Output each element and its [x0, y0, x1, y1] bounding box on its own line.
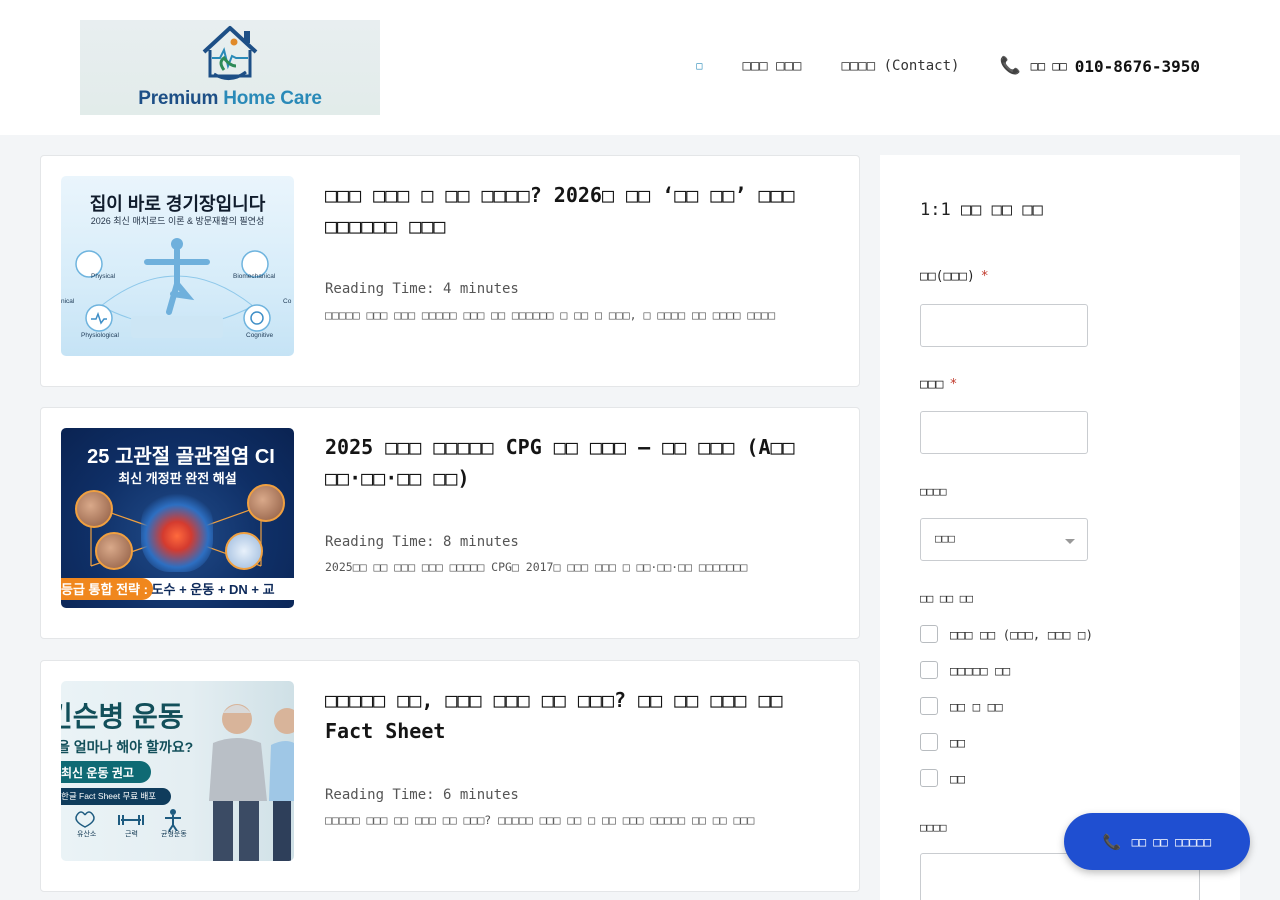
checkbox[interactable]	[920, 625, 938, 643]
label-cognitive: Cognitive	[246, 332, 274, 339]
house-heart-logo-icon	[202, 26, 258, 80]
knee-joint-illustration	[141, 492, 213, 572]
post-thumbnail[interactable]: 집이 바로 경기장입니다 2026 최신 매치로드 이론 & 방문재활의 필연성…	[61, 176, 294, 356]
post-card: 25 고관절 골관절염 CI 최신 개정판 완전 해설 등급 통합 전략 : 도…	[40, 407, 860, 639]
tag-aerobic: 유산소	[77, 831, 97, 838]
region-select[interactable]: □□□	[920, 518, 1088, 561]
checkbox-option[interactable]: □□ □ □□	[920, 697, 1003, 715]
post-title[interactable]: □□□□□ □□, □□□ □□□ □□ □□□? □□ □□ □□□ □□ F…	[325, 685, 841, 747]
area-label: □□ □□ □□	[920, 592, 973, 605]
message-label: □□□□	[920, 821, 947, 834]
region-label: □□□□	[920, 485, 947, 498]
fab-label: □□ □□ □□□□□	[1131, 834, 1212, 849]
checkbox-option[interactable]: □□	[920, 733, 965, 751]
post-card: 집이 바로 경기장입니다 2026 최신 매치로드 이론 & 방문재활의 필연성…	[40, 155, 860, 387]
phone-label: □□□ *	[920, 377, 958, 392]
form-title: 1:1 □□ □□ □□	[920, 200, 1043, 220]
consultation-form: 1:1 □□ □□ □□ □□(□□□) * □□□ * □□□□ □□□ □□ □…	[880, 155, 1240, 900]
checkbox-option[interactable]: □□□ □□ (□□□, □□□ □)	[920, 625, 1093, 643]
name-label: □□(□□□) *	[920, 269, 989, 284]
reading-time: Reading Time: 8 minutes	[325, 534, 519, 550]
nav-contact[interactable]: □□□□ (Contact)	[841, 58, 959, 74]
checkbox-option[interactable]: □□□□□ □□	[920, 661, 1010, 679]
thumb-headline: 집이 바로 경기장입니다	[89, 194, 266, 214]
checkbox[interactable]	[920, 733, 938, 751]
tag-balance: 균형운동	[161, 831, 187, 838]
post-title[interactable]: □□□ □□□ □ □□ □□□□? 2026□ □□ ‘□□ □□’ □□□ …	[325, 180, 841, 242]
site-logo[interactable]: Premium Home Care	[80, 20, 380, 115]
post-title[interactable]: 2025 □□□ □□□□□ CPG □□ □□□ — □□ □□□ (A□□ …	[325, 432, 841, 494]
required-mark: *	[949, 377, 958, 392]
nav-phone-link[interactable]: 📞 □□ □□ 010-8676-3950	[999, 56, 1200, 76]
name-input[interactable]	[920, 304, 1088, 347]
required-mark: *	[980, 269, 989, 284]
walking-person-photo	[225, 532, 263, 570]
post-excerpt: □□□□□ □□□ □□ □□□ □□ □□□? □□□□□ □□□ □□ □ …	[325, 813, 755, 827]
strategy-band-text: 등급 통합 전략 : 도수 + 운동 + DN + 교	[61, 582, 275, 597]
thumb-headline: 25 고관절 골관절염 CI	[87, 446, 275, 468]
checkbox[interactable]	[920, 769, 938, 787]
phone-number: 010-8676-3950	[1074, 56, 1200, 76]
phone-icon: 📞	[1102, 832, 1122, 851]
site-header: Premium Home Care □ □□□ □□□ □□□□ (Contac…	[0, 0, 1280, 135]
therapy-photo	[95, 532, 133, 570]
logo-text: Premium Home Care	[138, 88, 322, 109]
nav-item-2[interactable]: □□□ □□□	[742, 58, 801, 74]
post-excerpt: 2025□□ □□ □□□ □□□ □□□□□ CPG□ 2017□ □□□ □…	[325, 560, 748, 574]
reading-time: Reading Time: 6 minutes	[325, 787, 519, 803]
phone-input[interactable]	[920, 411, 1088, 454]
post-thumbnail[interactable]: 25 고관절 골관절염 CI 최신 개정판 완전 해설 등급 통합 전략 : 도…	[61, 428, 294, 608]
post-excerpt: □□□□□ □□□ □□□ □□□□□ □□□ □□ □□□□□□ □ □□ □…	[325, 308, 776, 322]
main-nav: □ □□□ □□□ □□□□ (Contact) 📞 □□ □□ 010-867…	[656, 56, 1200, 76]
checkbox-option[interactable]: □□	[920, 769, 965, 787]
checkbox[interactable]	[920, 697, 938, 715]
phone-label: □□ □□	[1030, 59, 1067, 73]
post-card: 킨슨병 운동 을 얼마나 해야 할까요? 최신 운동 권고 한글 Fact Sh…	[40, 660, 860, 892]
chevron-down-icon	[1065, 539, 1075, 544]
label-biomechanical: Biomechanical	[233, 273, 276, 280]
checkbox[interactable]	[920, 661, 938, 679]
label-physical: Physical	[91, 273, 116, 280]
phone-icon: 📞	[999, 56, 1021, 76]
tag-strength: 근력	[125, 831, 138, 838]
reading-time: Reading Time: 4 minutes	[325, 281, 519, 297]
thumb-pill-text: 최신 운동 권고	[61, 766, 134, 780]
elderly-walkers-photo	[209, 704, 294, 861]
therapy-photo	[75, 490, 113, 528]
label-physiological: Physiological	[81, 332, 119, 339]
exercise-icons	[75, 809, 181, 831]
post-thumbnail[interactable]: 킨슨병 운동 을 얼마나 해야 할까요? 최신 운동 권고 한글 Fact Sh…	[61, 681, 294, 861]
label-cut-right: Co	[283, 298, 292, 305]
thumb-sub-text: 한글 Fact Sheet 무료 배포	[61, 791, 157, 801]
nav-home[interactable]: □	[696, 61, 702, 72]
thumb-subline: 을 얼마나 해야 할까요?	[61, 739, 194, 755]
therapy-photo	[247, 484, 285, 522]
region-selected-value: □□□	[935, 532, 955, 545]
label-cut-left: nical	[61, 298, 75, 305]
floating-call-button[interactable]: 📞 □□ □□ □□□□□	[1064, 813, 1250, 870]
thumb-headline: 킨슨병 운동	[61, 701, 184, 732]
